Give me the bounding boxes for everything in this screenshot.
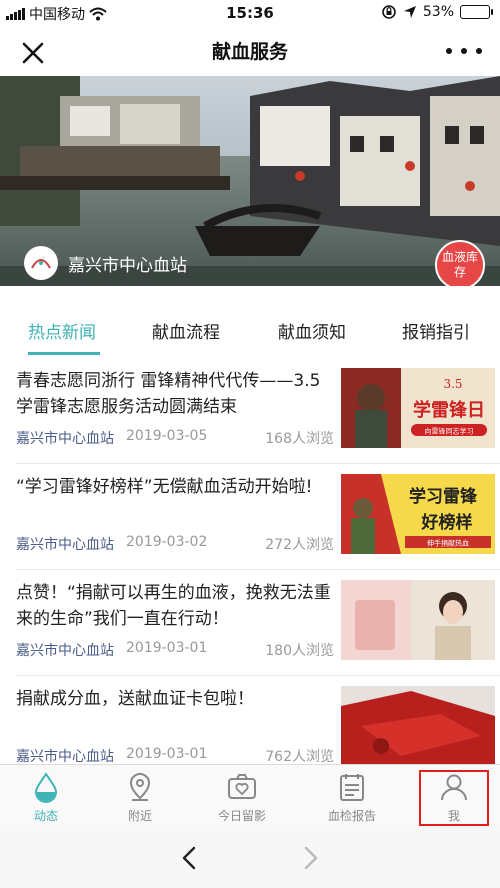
banner: 嘉兴市中心血站 血液库存 bbox=[0, 76, 500, 286]
back-arrow-icon[interactable] bbox=[176, 844, 204, 872]
news-item[interactable]: 点赞！“捐献可以再生的血液，挽救无法重来的生命”我们一直在行动！ 嘉兴市中心血站… bbox=[0, 570, 500, 676]
thumb-sub: 3.5 bbox=[443, 377, 462, 391]
status-right: 53% bbox=[381, 4, 493, 20]
page-title: 献血服务 bbox=[211, 41, 288, 63]
camera-heart-icon bbox=[228, 774, 256, 799]
news-title: 捐献成分血，送献血证卡包啦！ bbox=[16, 689, 254, 709]
news-meta: 嘉兴市中心血站 2019-03-05 168人浏览 bbox=[16, 428, 334, 448]
thumb-text: 学习雷锋 bbox=[409, 486, 478, 507]
news-date: 2019-03-01 bbox=[126, 640, 208, 656]
news-date: 2019-03-02 bbox=[126, 534, 208, 550]
orientation-lock-icon bbox=[382, 5, 396, 19]
news-thumbnail bbox=[341, 580, 495, 660]
news-views: 272人浏览 bbox=[265, 537, 334, 553]
news-source: 嘉兴市中心血站 bbox=[16, 749, 114, 765]
more-icon[interactable] bbox=[446, 38, 482, 64]
thumb-sub: 好榜样 bbox=[421, 512, 473, 533]
news-thumbnail: 学习雷锋 好榜样 伸手捐献热血 bbox=[341, 474, 495, 554]
tabbar-item-report[interactable]: 血检报告 bbox=[302, 771, 402, 824]
tabbar-label: 动态 bbox=[33, 809, 58, 823]
highlight-box bbox=[419, 770, 489, 826]
status-bar: 中国移动 15:36 53% bbox=[0, 0, 500, 26]
tab-reimbursement-guide[interactable]: 报销指引 bbox=[402, 318, 470, 343]
tabbar-label: 血检报告 bbox=[327, 809, 376, 823]
news-source: 嘉兴市中心血站 bbox=[16, 537, 114, 553]
tabbar-item-nearby[interactable]: 附近 bbox=[90, 771, 190, 824]
tab-hot-news[interactable]: 热点新闻 bbox=[28, 318, 96, 343]
news-meta: 嘉兴市中心血站 2019-03-01 762人浏览 bbox=[16, 746, 334, 766]
news-source: 嘉兴市中心血站 bbox=[16, 431, 114, 447]
news-source: 嘉兴市中心血站 bbox=[16, 643, 114, 659]
news-views: 168人浏览 bbox=[265, 431, 334, 447]
thumb-caption: 伸手捐献热血 bbox=[427, 539, 469, 548]
news-meta: 嘉兴市中心血站 2019-03-01 180人浏览 bbox=[16, 640, 334, 660]
tabbar-item-photo[interactable]: 今日留影 bbox=[192, 771, 292, 824]
tabbar-label: 附近 bbox=[127, 809, 152, 823]
news-views: 180人浏览 bbox=[265, 643, 334, 659]
blood-stock-button[interactable]: 血液库存 bbox=[435, 240, 485, 286]
news-date: 2019-03-01 bbox=[126, 746, 208, 762]
thumb-caption: 向雷锋同志学习 bbox=[425, 427, 474, 436]
tab-indicator bbox=[28, 352, 100, 355]
forward-arrow-icon[interactable] bbox=[296, 844, 324, 872]
news-title: 点赞！“捐献可以再生的血液，挽救无法重来的生命”我们一直在行动！ bbox=[16, 583, 331, 629]
report-icon bbox=[340, 774, 364, 801]
station-logo bbox=[24, 246, 58, 280]
station-info: 嘉兴市中心血站 bbox=[24, 246, 187, 280]
news-date: 2019-03-05 bbox=[126, 428, 208, 444]
blood-stock-label: 血液库存 bbox=[441, 250, 478, 279]
news-thumbnail bbox=[341, 686, 495, 766]
news-views: 762人浏览 bbox=[265, 749, 334, 765]
news-item[interactable]: 青春志愿同浙行 雷锋精神代代传——3.5学雷锋志愿服务活动圆满结束 嘉兴市中心血… bbox=[0, 358, 500, 464]
news-title: 青春志愿同浙行 雷锋精神代代传——3.5学雷锋志愿服务活动圆满结束 bbox=[16, 371, 321, 417]
news-tabs: 热点新闻 献血流程 献血须知 报销指引 bbox=[0, 302, 500, 356]
nav-bar: 献血服务 bbox=[0, 26, 500, 76]
news-item[interactable]: “学习雷锋好榜样”无偿献血活动开始啦! 嘉兴市中心血站 2019-03-02 2… bbox=[0, 464, 500, 570]
browser-nav-bar bbox=[0, 826, 500, 888]
tabbar-label: 今日留影 bbox=[217, 809, 266, 823]
news-meta: 嘉兴市中心血站 2019-03-02 272人浏览 bbox=[16, 534, 334, 554]
news-thumbnail: 3.5 学雷锋日 向雷锋同志学习 bbox=[341, 368, 495, 448]
station-name: 嘉兴市中心血站 bbox=[68, 255, 187, 276]
news-title: “学习雷锋好榜样”无偿献血活动开始啦! bbox=[16, 477, 313, 497]
location-icon bbox=[403, 6, 416, 18]
location-pin-icon bbox=[129, 772, 151, 801]
tabbar-item-dynamics[interactable]: 动态 bbox=[0, 771, 96, 824]
battery-percent: 53% bbox=[422, 4, 454, 20]
tab-donation-process[interactable]: 献血流程 bbox=[152, 318, 220, 343]
thumb-text: 学雷锋日 bbox=[413, 399, 485, 421]
droplet-icon bbox=[34, 772, 58, 803]
battery-icon bbox=[460, 5, 493, 19]
tab-donation-notes[interactable]: 献血须知 bbox=[278, 318, 346, 343]
